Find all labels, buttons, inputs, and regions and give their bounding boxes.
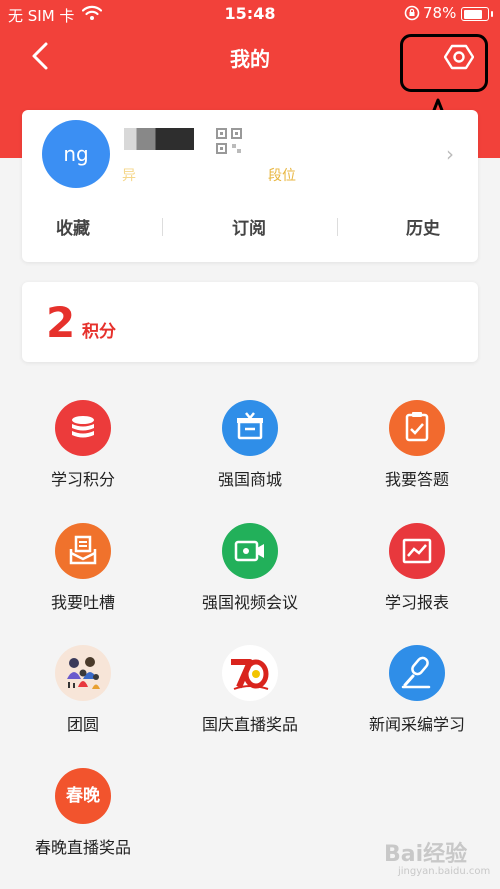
level-suffix: 段位 bbox=[268, 168, 296, 184]
coin-stack-icon bbox=[55, 400, 111, 456]
tab-subscriptions[interactable]: 订阅 bbox=[232, 214, 266, 239]
points-label: 积分 bbox=[82, 322, 116, 342]
video-camera-icon bbox=[222, 523, 278, 579]
battery-icon bbox=[461, 7, 493, 21]
grid-item-spring-gala-prizes[interactable]: 春晚 春晚直播奖品 bbox=[3, 768, 163, 868]
grid-item-study-report[interactable]: 学习报表 bbox=[337, 523, 497, 623]
level-prefix: 异 bbox=[122, 168, 136, 184]
chart-report-icon bbox=[389, 523, 445, 579]
grid-item-label: 新闻采编学习 bbox=[368, 715, 465, 734]
grid-item-national-day-prizes[interactable]: 国庆直播奖品 bbox=[170, 645, 330, 745]
grid-item-label: 春晚直播奖品 bbox=[34, 838, 131, 857]
grid-item-label: 团圆 bbox=[66, 715, 99, 734]
status-bar: 无 SIM 卡 15:48 78% bbox=[0, 0, 500, 28]
battery-percent: 78% bbox=[423, 4, 457, 22]
watermark: Bai经验 jingyan.baidu.com bbox=[384, 836, 490, 877]
points-card[interactable]: 2 积分 bbox=[22, 282, 478, 362]
grid-item-study-points[interactable]: 学习积分 bbox=[3, 400, 163, 500]
gift-box-icon bbox=[222, 400, 278, 456]
grid-item-reunion[interactable]: 团圆 bbox=[3, 645, 163, 745]
chevron-right-icon[interactable]: › bbox=[446, 142, 454, 166]
anniversary-70-icon bbox=[222, 645, 278, 701]
tab-history[interactable]: 历史 bbox=[406, 214, 440, 239]
grid-item-quiz[interactable]: 我要答题 bbox=[337, 400, 497, 500]
annotation-highlight-box bbox=[400, 34, 488, 92]
grid-item-label: 我要答题 bbox=[384, 470, 449, 489]
grid-item-label: 学习积分 bbox=[50, 470, 115, 489]
points-value: 2 bbox=[46, 298, 76, 347]
grid-item-video-meeting[interactable]: 强国视频会议 bbox=[170, 523, 330, 623]
grid-item-label: 强国商城 bbox=[217, 470, 282, 489]
watermark-subtext: jingyan.baidu.com bbox=[398, 866, 491, 877]
qr-code-icon[interactable] bbox=[216, 128, 242, 154]
family-illustration-icon bbox=[55, 645, 111, 701]
spring-gala-badge-text: 春晚 bbox=[66, 786, 100, 806]
grid-item-feedback[interactable]: 我要吐槽 bbox=[3, 523, 163, 623]
tab-divider bbox=[337, 218, 338, 236]
watermark-text: Bai经验 bbox=[384, 842, 468, 867]
inbox-icon bbox=[55, 523, 111, 579]
grid-item-news-study[interactable]: 新闻采编学习 bbox=[337, 645, 497, 745]
tab-divider bbox=[162, 218, 163, 236]
profile-tabs: 收藏 订阅 历史 bbox=[22, 214, 478, 239]
profile-card[interactable]: ng 异 段位 › 收藏 订阅 历史 bbox=[22, 110, 478, 262]
clipboard-check-icon bbox=[389, 400, 445, 456]
grid-item-label: 强国视频会议 bbox=[201, 593, 298, 612]
grid-item-label: 国庆直播奖品 bbox=[201, 715, 298, 734]
microphone-icon bbox=[389, 645, 445, 701]
username-blurred bbox=[124, 128, 194, 150]
avatar[interactable]: ng bbox=[42, 120, 110, 188]
tab-favorites[interactable]: 收藏 bbox=[56, 214, 90, 239]
grid-item-mall[interactable]: 强国商城 bbox=[170, 400, 330, 500]
grid-item-label: 学习报表 bbox=[384, 593, 449, 612]
spring-gala-badge-icon: 春晚 bbox=[55, 768, 111, 824]
rotation-lock-icon bbox=[404, 5, 420, 21]
grid-item-label: 我要吐槽 bbox=[50, 593, 115, 612]
